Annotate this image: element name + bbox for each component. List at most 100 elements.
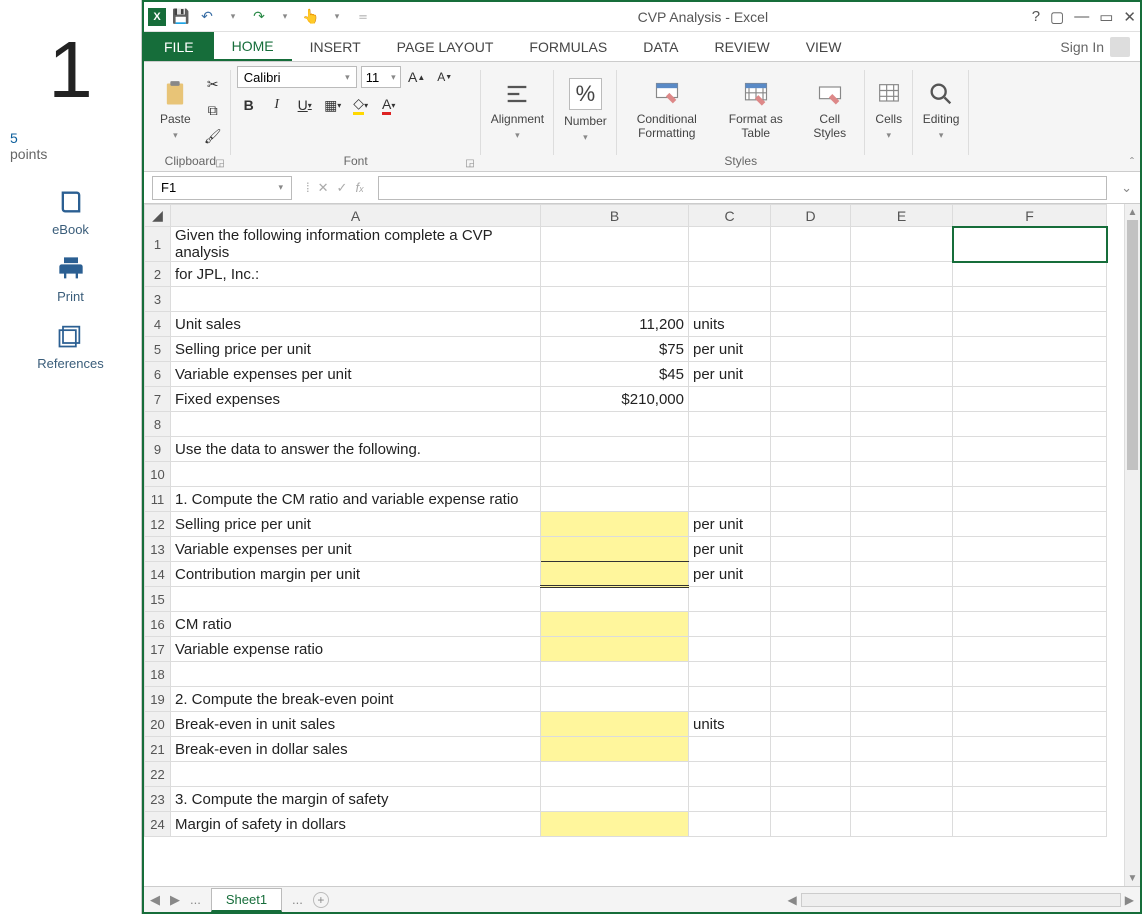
row-header[interactable]: 3 (145, 287, 171, 312)
cell[interactable] (953, 637, 1107, 662)
cell[interactable] (771, 462, 851, 487)
fill-color-icon[interactable]: ◇ ▾ (349, 94, 373, 116)
cell[interactable] (541, 762, 689, 787)
undo-more-icon[interactable]: ▾ (222, 6, 244, 28)
cell[interactable] (953, 737, 1107, 762)
copy-icon[interactable]: ⧉ (201, 99, 225, 121)
sheet-nav-prev-icon[interactable]: ◀ (150, 892, 160, 908)
cell[interactable] (171, 287, 541, 312)
save-icon[interactable]: 💾 (170, 6, 192, 28)
cell[interactable] (771, 762, 851, 787)
cell[interactable] (953, 762, 1107, 787)
row-header[interactable]: 5 (145, 337, 171, 362)
cell[interactable] (541, 437, 689, 462)
cell-styles-button[interactable]: Cell Styles (801, 80, 859, 140)
cell[interactable]: Break-even in dollar sales (171, 737, 541, 762)
cell[interactable] (953, 587, 1107, 612)
cell[interactable] (689, 462, 771, 487)
row-header[interactable]: 24 (145, 812, 171, 837)
cell[interactable]: per unit (689, 362, 771, 387)
underline-icon[interactable]: U ▾ (293, 94, 317, 116)
row-header[interactable]: 11 (145, 487, 171, 512)
cell[interactable] (953, 787, 1107, 812)
cell[interactable]: per unit (689, 512, 771, 537)
editing-button[interactable]: Editing ▾ (919, 80, 964, 141)
row-header[interactable]: 21 (145, 737, 171, 762)
cut-icon[interactable]: ✂ (201, 73, 225, 95)
cell[interactable] (851, 662, 953, 687)
cell[interactable] (851, 337, 953, 362)
cell[interactable] (953, 337, 1107, 362)
cell[interactable] (953, 512, 1107, 537)
cell[interactable] (851, 387, 953, 412)
border-icon[interactable]: ▦ ▾ (321, 94, 345, 116)
bold-icon[interactable]: B (237, 94, 261, 116)
minimize-icon[interactable]: — (1074, 8, 1089, 25)
cell[interactable] (771, 487, 851, 512)
cell[interactable] (689, 787, 771, 812)
cell[interactable] (851, 687, 953, 712)
formula-input[interactable] (378, 176, 1108, 200)
col-header-B[interactable]: B (541, 205, 689, 227)
select-all-corner[interactable]: ◢ (145, 205, 171, 227)
row-header[interactable]: 16 (145, 612, 171, 637)
cell[interactable] (953, 562, 1107, 587)
row-header[interactable]: 4 (145, 312, 171, 337)
row-header[interactable]: 19 (145, 687, 171, 712)
cell[interactable] (541, 412, 689, 437)
cell[interactable] (689, 662, 771, 687)
cell[interactable] (851, 537, 953, 562)
cell[interactable] (851, 762, 953, 787)
font-name-select[interactable]: Calibri▾ (237, 66, 357, 88)
cell[interactable] (953, 487, 1107, 512)
cell[interactable] (851, 637, 953, 662)
tab-home[interactable]: HOME (214, 32, 292, 61)
references-button[interactable]: References (37, 322, 103, 371)
row-header[interactable]: 13 (145, 537, 171, 562)
cell[interactable]: 2. Compute the break-even point (171, 687, 541, 712)
cancel-formula-icon[interactable]: ✕ (318, 180, 329, 196)
cell[interactable] (771, 537, 851, 562)
cell[interactable]: per unit (689, 537, 771, 562)
col-header-C[interactable]: C (689, 205, 771, 227)
vertical-scrollbar[interactable]: ▲ ▼ (1124, 204, 1140, 886)
cell[interactable] (689, 437, 771, 462)
cell[interactable] (851, 362, 953, 387)
cell[interactable] (541, 812, 689, 837)
scroll-right-icon[interactable]: ▶ (1125, 893, 1134, 907)
col-header-A[interactable]: A (171, 205, 541, 227)
cell[interactable] (771, 312, 851, 337)
cell[interactable]: Margin of safety in dollars (171, 812, 541, 837)
cell[interactable] (771, 227, 851, 262)
cell[interactable]: per unit (689, 337, 771, 362)
cell[interactable] (541, 687, 689, 712)
cell[interactable]: CM ratio (171, 612, 541, 637)
grow-font-icon[interactable]: A▲ (405, 66, 429, 88)
cell[interactable] (851, 512, 953, 537)
cell[interactable] (953, 612, 1107, 637)
format-painter-icon[interactable]: 🖌 (201, 125, 225, 147)
cell[interactable] (953, 262, 1107, 287)
cell[interactable] (689, 612, 771, 637)
row-header[interactable]: 18 (145, 662, 171, 687)
cell[interactable] (771, 812, 851, 837)
row-header[interactable]: 20 (145, 712, 171, 737)
name-box[interactable]: F1 ▾ (152, 176, 292, 200)
cell[interactable] (689, 412, 771, 437)
row-header[interactable]: 17 (145, 637, 171, 662)
ribbon-options-icon[interactable]: ▢ (1050, 8, 1064, 26)
cell[interactable] (541, 612, 689, 637)
tab-formulas[interactable]: FORMULAS (511, 32, 625, 61)
launcher-icon[interactable]: ◲ (215, 158, 224, 169)
cell[interactable] (771, 737, 851, 762)
cell[interactable] (771, 562, 851, 587)
cell[interactable] (851, 737, 953, 762)
collapse-ribbon-icon[interactable]: ˆ (1130, 155, 1134, 169)
cell[interactable]: $45 (541, 362, 689, 387)
cell[interactable] (771, 787, 851, 812)
cell[interactable] (953, 227, 1107, 262)
cell[interactable] (771, 387, 851, 412)
col-header-E[interactable]: E (851, 205, 953, 227)
cell[interactable] (541, 562, 689, 587)
cell[interactable] (689, 687, 771, 712)
